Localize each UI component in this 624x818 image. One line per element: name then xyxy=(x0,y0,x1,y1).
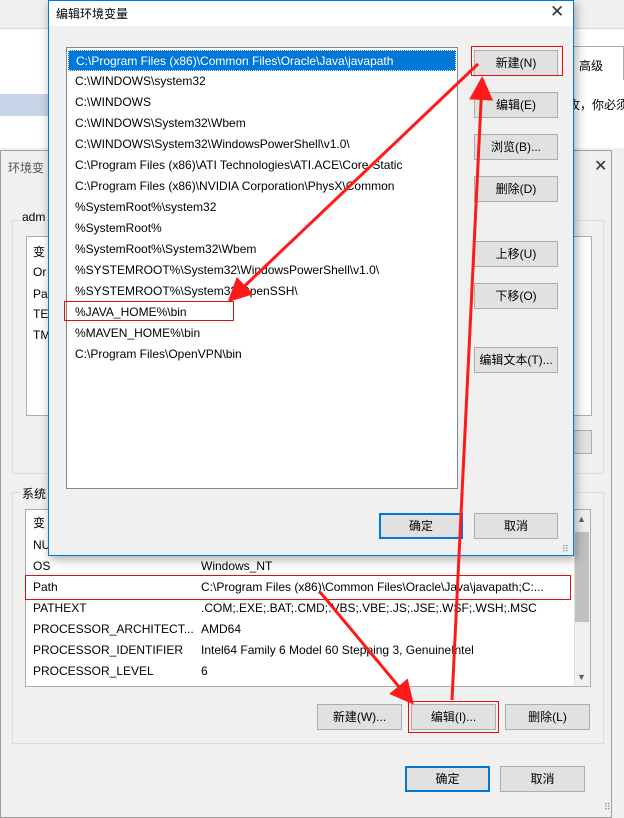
path-item[interactable]: C:\WINDOWS\System32\Wbem xyxy=(68,113,456,134)
dialog-move-up-button[interactable]: 上移(U) xyxy=(474,241,558,267)
table-row[interactable]: PROCESSOR_LEVEL 6 xyxy=(26,661,574,682)
env-cancel-button[interactable]: 取消 xyxy=(500,766,585,792)
path-item[interactable]: %MAVEN_HOME%\bin xyxy=(68,323,456,344)
table-row[interactable]: PROCESSOR_IDENTIFIER Intel64 Family 6 Mod… xyxy=(26,640,574,661)
scrollbar-thumb[interactable] xyxy=(575,532,589,622)
dialog-resize-grip-icon[interactable]: ⠿ xyxy=(562,544,569,555)
tab-advanced[interactable]: 高级 xyxy=(572,46,624,80)
dialog-move-down-button[interactable]: 下移(O) xyxy=(474,283,558,309)
dialog-delete-button[interactable]: 删除(D) xyxy=(474,176,558,202)
resize-grip-icon[interactable]: ⠿ xyxy=(604,802,611,813)
path-row-highlight-box xyxy=(25,575,571,600)
table-row[interactable]: PROCESSOR_ARCHITECT... AMD64 xyxy=(26,619,574,640)
table-row[interactable]: OS Windows_NT xyxy=(26,556,574,577)
path-item[interactable]: C:\WINDOWS xyxy=(68,92,456,113)
list-item[interactable]: Pa xyxy=(33,287,48,301)
background-partial-text: 攻，你必须 xyxy=(568,98,624,112)
env-ok-button[interactable]: 确定 xyxy=(405,766,490,792)
system-variables-label: 系统 xyxy=(20,485,49,502)
env-window-title: 环境变 xyxy=(8,161,45,175)
path-item[interactable]: %SYSTEMROOT%\System32\WindowsPowerShell\… xyxy=(68,260,456,281)
system-delete-button[interactable]: 删除(L) xyxy=(505,704,590,730)
close-icon[interactable]: ✕ xyxy=(594,156,607,176)
user-variables-label: adm xyxy=(20,210,48,224)
dialog-title: 编辑环境变量 xyxy=(56,7,129,21)
list-item[interactable]: Or xyxy=(33,265,46,279)
list-item[interactable]: 变 xyxy=(33,243,45,260)
path-item[interactable]: C:\WINDOWS\System32\WindowsPowerShell\v1… xyxy=(68,134,456,155)
path-item[interactable]: C:\Program Files\OpenVPN\bin xyxy=(68,344,456,365)
path-list[interactable]: C:\Program Files (x86)\Common Files\Orac… xyxy=(66,47,458,489)
list-item[interactable]: TE xyxy=(33,307,48,321)
dialog-ok-button[interactable]: 确定 xyxy=(379,513,463,539)
path-item[interactable]: %SystemRoot%\system32 xyxy=(68,197,456,218)
system-new-button[interactable]: 新建(W)... xyxy=(317,704,402,730)
path-item[interactable]: C:\Program Files (x86)\ATI Technologies\… xyxy=(68,155,456,176)
path-item[interactable]: C:\WINDOWS\system32 xyxy=(68,71,456,92)
table-row[interactable]: PATHEXT .COM;.EXE;.BAT;.CMD;.VBS;.VBE;.JS… xyxy=(26,598,574,619)
edit-button-highlight-box xyxy=(408,701,499,733)
scroll-up-icon[interactable]: ▲ xyxy=(577,514,586,524)
path-item[interactable]: C:\Program Files (x86)\NVIDIA Corporatio… xyxy=(68,176,456,197)
dialog-close-icon[interactable]: ✕ xyxy=(550,2,564,22)
path-item[interactable]: %SYSTEMROOT%\System32\OpenSSH\ xyxy=(68,281,456,302)
path-item[interactable]: %SystemRoot% xyxy=(68,218,456,239)
path-item[interactable]: %SystemRoot%\System32\Wbem xyxy=(68,239,456,260)
java-home-highlight-box xyxy=(64,301,234,321)
path-item[interactable]: C:\Program Files (x86)\Common Files\Orac… xyxy=(68,50,456,71)
scroll-down-icon[interactable]: ▼ xyxy=(577,672,586,682)
dialog-browse-button[interactable]: 浏览(B)... xyxy=(474,134,558,160)
dialog-cancel-button[interactable]: 取消 xyxy=(474,513,558,539)
dialog-edit-button[interactable]: 编辑(E) xyxy=(474,92,558,118)
dialog-edit-text-button[interactable]: 编辑文本(T)... xyxy=(474,347,558,373)
new-button-highlight-box xyxy=(471,46,563,76)
